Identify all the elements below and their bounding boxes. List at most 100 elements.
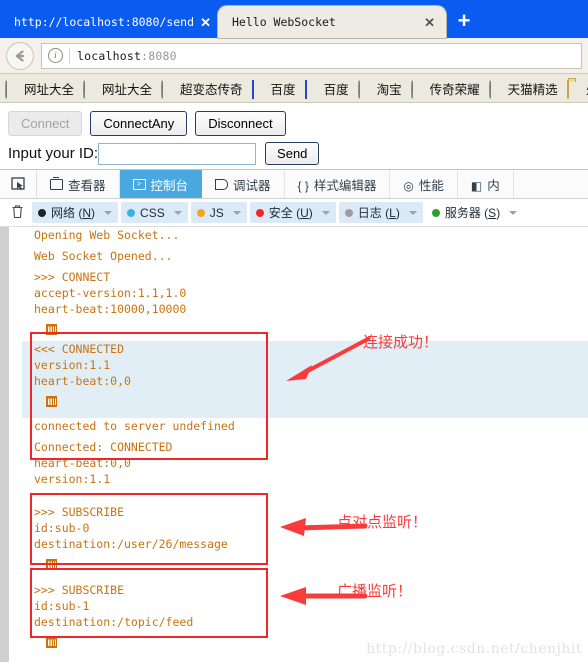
console-message-list: Opening Web Socket... Web Socket Opened.… <box>22 227 588 654</box>
console-icon: > <box>132 178 146 190</box>
console-line: Opening Web Socket... <box>34 228 180 242</box>
chevron-down-icon[interactable] <box>104 210 113 215</box>
baidu-icon <box>304 79 320 99</box>
new-tab-button[interactable]: + <box>452 10 476 34</box>
web-page-content: Connect ConnectAny Disconnect Input your… <box>0 103 588 169</box>
console-filter-network[interactable]: 网络 (N) <box>32 202 119 223</box>
bookmark-label: 网址大全 <box>102 82 153 97</box>
folder-icon <box>566 79 582 99</box>
back-arrow-glyph <box>15 49 25 62</box>
close-icon[interactable]: ✕ <box>195 16 216 29</box>
filter-label: CSS <box>140 205 165 220</box>
bookmark-label: 淘宝 <box>376 82 402 97</box>
console-output[interactable]: Opening Web Socket... Web Socket Opened.… <box>0 227 588 662</box>
console-line: version:1.1 <box>34 472 111 486</box>
devtools-tab-style-editor[interactable]: { } 样式编辑器 <box>285 170 391 198</box>
console-scrollbar[interactable] <box>0 227 9 662</box>
bookmark-item[interactable]: 网址大全 <box>5 79 74 99</box>
connect-button[interactable]: Connect <box>8 111 83 136</box>
inspector-icon <box>50 176 63 190</box>
id-label: Input your ID: <box>8 145 99 162</box>
chevron-down-icon[interactable] <box>408 210 417 215</box>
bookmark-item[interactable]: 火 <box>566 79 588 99</box>
console-filter-security[interactable]: 安全 (U) <box>249 202 336 223</box>
console-line: >>> SUBSCRIBE <box>34 583 125 597</box>
console-line: connected to server undefined <box>34 419 235 433</box>
devtools-tab-inspector[interactable]: 查看器 <box>37 170 120 198</box>
bookmarks-bar: 网址大全 网址大全 超变态传奇 百度 百度 淘宝 传奇荣耀 天猫精选 火 <box>0 74 588 103</box>
devtools-tab-label: 性能 <box>418 178 444 193</box>
performance-icon: ◎ <box>403 178 414 193</box>
browser-tab-0[interactable]: http://localhost:8080/send ✕ <box>0 6 222 38</box>
console-filter-bar: 网络 (N) CSS JS 安全 (U) 日志 (L) 服务器 (S) <box>0 199 588 227</box>
console-filter-js[interactable]: JS <box>190 202 247 223</box>
chevron-down-icon[interactable] <box>232 210 241 215</box>
bookmark-item[interactable]: 传奇荣耀 <box>410 79 480 99</box>
info-icon[interactable]: i <box>48 48 63 63</box>
braces-icon: { } <box>297 178 309 193</box>
chevron-down-icon[interactable] <box>509 210 518 215</box>
console-line: destination:/user/26/message <box>34 537 228 551</box>
send-button[interactable]: Send <box>265 142 320 165</box>
console-line: <<< CONNECTED <box>34 342 125 356</box>
grid-icon <box>46 324 57 335</box>
url-host: localhost <box>77 48 142 63</box>
back-arrow-icon[interactable] <box>6 41 34 70</box>
console-filter-css[interactable]: CSS <box>121 202 188 223</box>
grid-icon <box>46 637 57 648</box>
bookmark-label: 传奇荣耀 <box>429 82 480 97</box>
annotation-label-connected: 连接成功！ <box>363 333 439 351</box>
bookmark-item[interactable]: 淘宝 <box>357 79 402 99</box>
devtools-tab-label: 内 <box>487 178 500 193</box>
globe-icon <box>357 79 373 99</box>
bookmark-item[interactable]: 网址大全 <box>83 79 153 99</box>
devtools-tab-console[interactable]: > 控制台 <box>119 170 203 198</box>
bookmark-item[interactable]: 超变态传奇 <box>161 79 243 99</box>
devtools-tab-memory[interactable]: ◧ 内 <box>458 170 514 198</box>
console-line <box>22 557 588 576</box>
id-input[interactable] <box>98 142 257 165</box>
chevron-down-icon[interactable] <box>173 210 182 215</box>
status-dot <box>127 208 136 217</box>
url-text: localhost:8080 <box>77 49 177 63</box>
chevron-down-icon[interactable] <box>321 210 330 215</box>
watermark-text: http://blog.csdn.net/chenjhit <box>366 641 582 657</box>
console-line: heart-beat:0,0 <box>34 374 131 388</box>
filter-label: JS <box>209 205 224 220</box>
element-picker-icon[interactable] <box>0 170 37 198</box>
browser-navigation-bar: i localhost:8080 <box>0 38 588 74</box>
globe-icon <box>161 79 176 99</box>
devtools-tab-debugger[interactable]: 调试器 <box>202 170 285 198</box>
console-line: >>> SUBSCRIBE <box>34 505 125 519</box>
disconnect-button[interactable]: Disconnect <box>195 111 286 136</box>
url-port: :8080 <box>141 48 177 63</box>
devtools-tab-label: 调试器 <box>233 178 271 193</box>
annotation-label-p2p: 点对点监听！ <box>337 513 428 531</box>
grid-icon <box>46 396 57 407</box>
bookmark-item[interactable]: 天猫精选 <box>488 79 558 99</box>
browser-tab-1-title: Hello WebSocket <box>232 15 336 29</box>
browser-tab-strip: http://localhost:8080/send ✕ Hello WebSo… <box>0 0 588 38</box>
trash-icon[interactable] <box>2 204 32 222</box>
bookmark-item[interactable]: 百度 <box>304 79 349 99</box>
bookmark-label: 超变态传奇 <box>180 82 243 97</box>
trash-glyph <box>12 204 22 218</box>
devtools-tab-performance[interactable]: ◎ 性能 <box>390 170 458 198</box>
bookmark-label: 百度 <box>270 82 296 97</box>
filter-label: 网络 (N) <box>51 206 96 220</box>
connect-any-button[interactable]: ConnectAny <box>90 111 188 136</box>
browser-tab-1[interactable]: Hello WebSocket ✕ <box>218 6 446 38</box>
connection-button-row: Connect ConnectAny Disconnect <box>8 111 580 136</box>
address-bar[interactable]: i localhost:8080 <box>41 42 582 69</box>
devtools-tab-bar: 查看器 > 控制台 调试器 { } 样式编辑器 ◎ 性能 ◧ 内 <box>0 170 588 199</box>
console-filter-server[interactable]: 服务器 (S) <box>426 202 523 223</box>
bookmark-item[interactable]: 百度 <box>251 79 296 99</box>
devtools-tab-label: 查看器 <box>68 178 106 193</box>
status-dot <box>255 208 264 217</box>
status-dot <box>196 208 205 217</box>
console-filter-logging[interactable]: 日志 (L) <box>338 202 423 223</box>
devtools-panel: 查看器 > 控制台 调试器 { } 样式编辑器 ◎ 性能 ◧ 内 网络 (N) … <box>0 169 588 662</box>
console-line <box>22 322 588 341</box>
debugger-icon <box>215 178 229 190</box>
close-icon[interactable]: ✕ <box>419 16 440 29</box>
